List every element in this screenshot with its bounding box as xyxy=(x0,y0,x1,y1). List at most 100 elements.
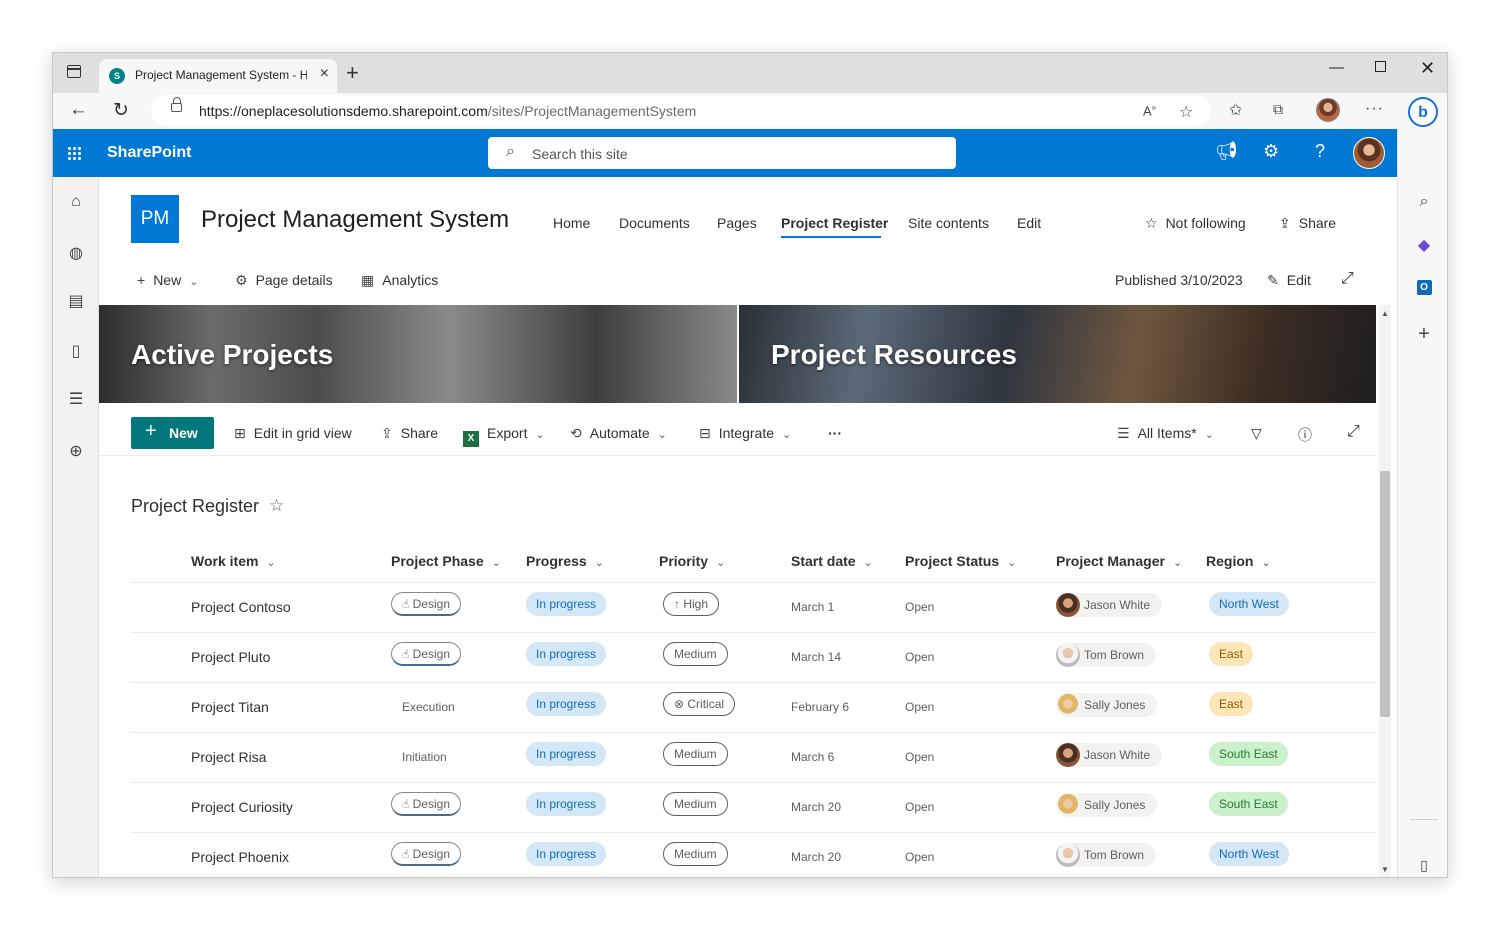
manager-persona[interactable]: Sally Jones xyxy=(1056,793,1158,817)
col-region[interactable]: Region ⌄ xyxy=(1206,553,1271,569)
work-item-link[interactable]: Project Pluto xyxy=(191,649,270,665)
table-row[interactable]: Project Titan Execution In progress ⊗ Criti… xyxy=(131,682,1377,732)
lists-icon[interactable]: ☰ xyxy=(53,389,99,409)
back-icon[interactable]: ← xyxy=(69,99,88,121)
fullscreen-icon[interactable]: ⤢ xyxy=(1347,423,1360,441)
col-start-date[interactable]: Start date ⌄ xyxy=(791,553,873,569)
col-progress[interactable]: Progress ⌄ xyxy=(526,553,604,569)
manager-persona[interactable]: Jason White xyxy=(1056,743,1163,767)
view-selector[interactable]: ☰ All Items* ⌄ xyxy=(1117,425,1214,442)
hide-sidebar-icon[interactable]: ▯ xyxy=(1398,857,1447,874)
integrate-button[interactable]: ⊟ Integrate ⌄ xyxy=(699,425,791,442)
table-row[interactable]: Project Risa Initiation In progress Medium M… xyxy=(131,732,1377,782)
table-row[interactable]: Project Pluto ☝ Design In progress Medium Ma… xyxy=(131,632,1377,682)
create-icon[interactable]: ⊕ xyxy=(53,441,99,461)
more-actions-button[interactable]: ··· xyxy=(828,425,842,441)
settings-gear-icon[interactable]: ⚙ xyxy=(1263,141,1279,162)
globe-icon[interactable]: ◍ xyxy=(53,243,99,263)
copilot-icon[interactable]: ◆ xyxy=(1398,235,1447,255)
work-item-link[interactable]: Project Titan xyxy=(191,699,269,715)
minimize-icon[interactable]: — xyxy=(1329,59,1344,76)
nav-edit[interactable]: Edit xyxy=(1017,215,1041,231)
table-row[interactable]: Project Phoenix ☝ Design In progress Medium… xyxy=(131,832,1377,877)
app-launcher-icon[interactable] xyxy=(67,146,82,161)
outlook-icon[interactable]: O xyxy=(1398,277,1447,295)
start-date: March 6 xyxy=(791,750,835,764)
refresh-icon[interactable]: ↻ xyxy=(113,99,129,122)
search-icon[interactable]: ⌕ xyxy=(1398,193,1447,211)
sharepoint-brand[interactable]: SharePoint xyxy=(107,144,191,162)
add-sidebar-app-icon[interactable]: + xyxy=(1398,323,1447,346)
favorite-star-icon[interactable]: ☆ xyxy=(269,496,284,516)
site-share-button[interactable]: ⇪ Share xyxy=(1279,215,1336,232)
favorites-icon[interactable]: ✩ xyxy=(1229,100,1242,120)
feedback-icon[interactable]: 📢︎ xyxy=(1215,141,1238,162)
export-button[interactable]: X Export ⌄ xyxy=(463,425,545,447)
nav-home[interactable]: Home xyxy=(553,215,590,231)
more-icon[interactable]: ··· xyxy=(1365,100,1384,118)
help-icon[interactable]: ? xyxy=(1315,141,1325,162)
work-item-link[interactable]: Project Phoenix xyxy=(191,849,289,865)
bing-icon[interactable]: b xyxy=(1408,97,1438,127)
nav-project-register[interactable]: Project Register xyxy=(781,215,888,231)
col-priority[interactable]: Priority ⌄ xyxy=(659,553,725,569)
expand-icon[interactable]: ⤢ xyxy=(1341,270,1354,288)
chevron-down-icon: ⌄ xyxy=(266,557,276,569)
add-favorite-icon[interactable]: ☆ xyxy=(1179,102,1193,122)
hand-icon: ☝ xyxy=(402,597,413,611)
user-avatar[interactable] xyxy=(1353,137,1385,169)
analytics-button[interactable]: ▦ Analytics xyxy=(361,272,438,289)
col-project-phase[interactable]: Project Phase ⌄ xyxy=(391,553,501,569)
work-item-link[interactable]: Project Risa xyxy=(191,749,266,765)
manager-persona[interactable]: Tom Brown xyxy=(1056,643,1157,667)
site-logo[interactable]: PM xyxy=(131,195,179,243)
pencil-icon: ✎ xyxy=(1267,272,1279,288)
files-icon[interactable]: ▯ xyxy=(53,341,99,361)
page-new-button[interactable]: + New ⌄ xyxy=(137,272,198,288)
scroll-up-icon[interactable]: ▲ xyxy=(1381,309,1389,318)
automate-button[interactable]: ⟲ Automate ⌄ xyxy=(570,425,667,442)
close-tab-icon[interactable]: × xyxy=(320,65,329,83)
col-project-status[interactable]: Project Status ⌄ xyxy=(905,553,1016,569)
site-title[interactable]: Project Management System xyxy=(201,206,509,234)
manager-persona[interactable]: Sally Jones xyxy=(1056,693,1158,717)
list-new-button[interactable]: + New xyxy=(131,417,214,449)
read-aloud-icon[interactable]: A» xyxy=(1143,103,1156,118)
tab-actions-icon[interactable] xyxy=(67,65,81,78)
nav-site-contents[interactable]: Site contents xyxy=(908,215,989,231)
manager-persona[interactable]: Jason White xyxy=(1056,593,1163,617)
scroll-down-icon[interactable]: ▼ xyxy=(1381,865,1389,874)
new-tab-icon[interactable]: + xyxy=(346,60,359,86)
col-project-manager[interactable]: Project Manager ⌄ xyxy=(1056,553,1182,569)
table-row[interactable]: Project Contoso ☝ Design In progress ↑ High… xyxy=(131,582,1377,632)
work-item-link[interactable]: Project Curiosity xyxy=(191,799,293,815)
site-search-input[interactable]: ⌕ Search this site xyxy=(488,137,956,169)
profile-avatar[interactable] xyxy=(1316,98,1340,122)
filter-icon[interactable]: ▽ xyxy=(1251,425,1262,442)
close-window-icon[interactable]: ✕ xyxy=(1420,58,1435,79)
maximize-icon[interactable] xyxy=(1375,61,1386,72)
table-row[interactable]: Project Curiosity ☝ Design In progress Medi… xyxy=(131,782,1377,832)
list-title[interactable]: Project Register xyxy=(131,496,259,517)
active-projects-banner[interactable]: Active Projects xyxy=(99,305,737,403)
collections-icon[interactable]: ⧉ xyxy=(1273,101,1283,118)
priority-pill: Medium xyxy=(663,792,728,816)
edit-grid-view-button[interactable]: ⊞ Edit in grid view xyxy=(234,425,352,442)
address-bar[interactable]: https://oneplacesolutionsdemo.sharepoint… xyxy=(151,95,1211,126)
col-work-item[interactable]: Work item ⌄ xyxy=(191,553,276,569)
home-icon[interactable]: ⌂ xyxy=(53,193,99,211)
lock-icon[interactable] xyxy=(171,97,182,112)
news-icon[interactable]: ▤ xyxy=(53,291,99,311)
nav-documents[interactable]: Documents xyxy=(619,215,690,231)
nav-pages[interactable]: Pages xyxy=(717,215,757,231)
project-resources-banner[interactable]: Project Resources xyxy=(739,305,1376,403)
follow-button[interactable]: ☆ Not following xyxy=(1145,215,1246,232)
scrollbar-thumb[interactable] xyxy=(1380,471,1390,717)
browser-tab[interactable]: S Project Management System - H × xyxy=(99,59,337,93)
info-icon[interactable]: ⓘ xyxy=(1298,425,1312,445)
work-item-link[interactable]: Project Contoso xyxy=(191,599,291,615)
page-details-button[interactable]: ⚙ Page details xyxy=(235,272,333,289)
list-share-button[interactable]: ⇪ Share xyxy=(381,425,438,442)
manager-persona[interactable]: Tom Brown xyxy=(1056,843,1157,867)
page-edit-button[interactable]: ✎ Edit xyxy=(1267,272,1311,289)
